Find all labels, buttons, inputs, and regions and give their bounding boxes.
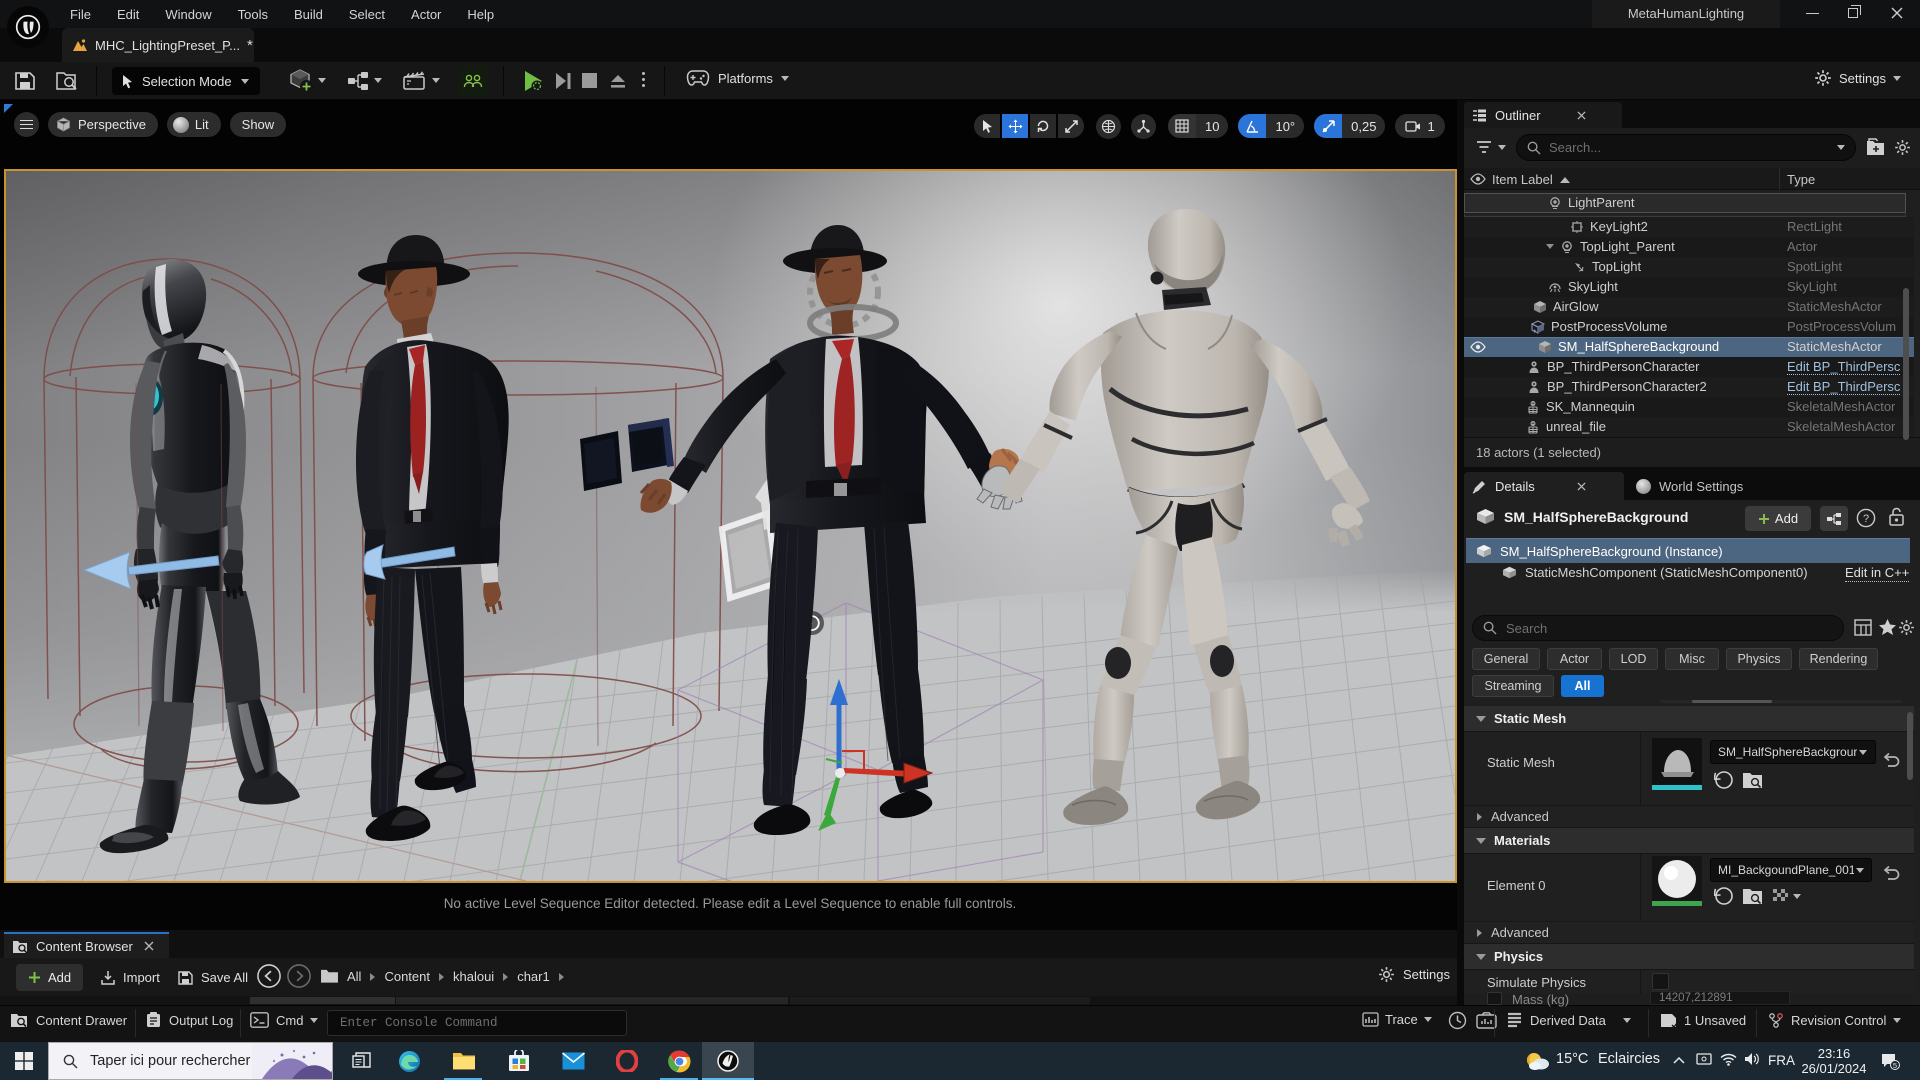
svg-text:?: ?	[1863, 513, 1869, 525]
svg-text:5: 5	[1893, 1061, 1897, 1070]
